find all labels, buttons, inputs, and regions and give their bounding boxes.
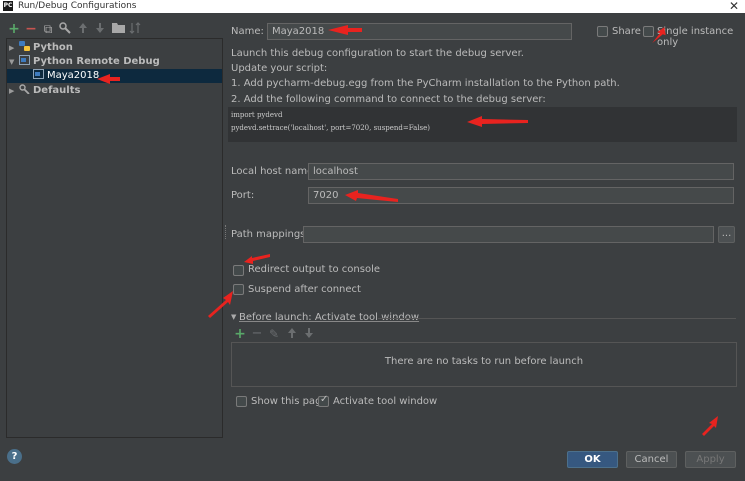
red-arrow xyxy=(328,25,362,35)
red-arrow xyxy=(345,190,398,202)
red-arrow xyxy=(702,416,718,436)
red-arrow xyxy=(467,116,528,127)
red-arrow xyxy=(652,27,666,44)
red-arrow xyxy=(208,291,233,318)
annotation-overlay xyxy=(97,25,718,436)
red-arrow xyxy=(97,74,120,84)
red-arrow xyxy=(244,254,270,264)
